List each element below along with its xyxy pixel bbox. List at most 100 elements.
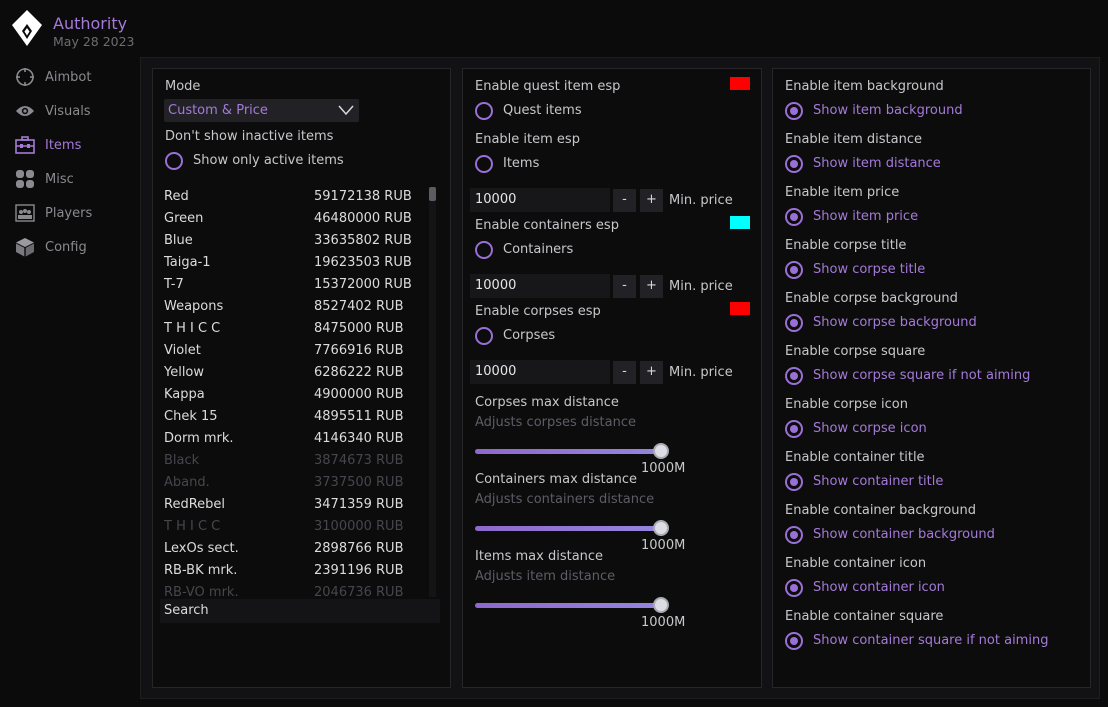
item-price-decrement-button[interactable]: - <box>613 189 636 212</box>
sidebar-item-visuals[interactable]: Visuals <box>14 99 134 123</box>
corpses-distance-slider[interactable] <box>475 449 661 454</box>
item-price: 6286222 RUB <box>314 365 404 380</box>
list-item[interactable]: Blue 33635802 RUB <box>164 231 426 253</box>
list-item[interactable]: Red 59172138 RUB <box>164 187 426 209</box>
list-item[interactable]: RB-VO mrk. 2046736 RUB <box>164 583 426 597</box>
list-item[interactable]: Weapons 8527402 RUB <box>164 297 426 319</box>
option-radio[interactable] <box>785 632 803 650</box>
scroll-thumb[interactable] <box>429 187 436 201</box>
item-list-scrollbar[interactable] <box>429 187 436 597</box>
quest-items-radio[interactable] <box>475 102 493 120</box>
show-active-items-radio[interactable] <box>165 152 183 170</box>
containers-distance-slider[interactable] <box>475 526 661 531</box>
option-radio-label: Show corpse title <box>813 262 926 277</box>
option-radio-label: Show container background <box>813 527 995 542</box>
list-item[interactable]: RB-BK mrk. 2391196 RUB <box>164 561 426 583</box>
sidebar-item-aimbot[interactable]: Aimbot <box>14 65 134 89</box>
containers-radio[interactable] <box>475 241 493 259</box>
containers-esp-label: Enable containers esp <box>475 218 619 233</box>
quest-color-swatch[interactable] <box>730 77 750 90</box>
option-label: Enable corpse title <box>785 238 907 253</box>
list-item[interactable]: Aband. 3737500 RUB <box>164 473 426 495</box>
option-radio[interactable] <box>785 102 803 120</box>
containers-distance-slider-handle[interactable] <box>653 520 669 536</box>
option-radio[interactable] <box>785 208 803 226</box>
item-price: 2391196 RUB <box>314 563 404 578</box>
containers-price-increment-button[interactable]: + <box>640 275 663 298</box>
search-label: Search <box>164 603 209 618</box>
list-item[interactable]: T H I C C 8475000 RUB <box>164 319 426 341</box>
option-radio[interactable] <box>785 579 803 597</box>
inactive-items-label: Don't show inactive items <box>165 129 334 144</box>
list-item[interactable]: Violet 7766916 RUB <box>164 341 426 363</box>
option-radio[interactable] <box>785 261 803 279</box>
item-name: Green <box>164 211 204 226</box>
items-distance-slider[interactable] <box>475 603 661 608</box>
option-radio-label: Show item price <box>813 209 919 224</box>
sidebar-item-misc[interactable]: Misc <box>14 167 134 191</box>
items-distance-title: Items max distance <box>475 549 604 564</box>
item-name: RB-BK mrk. <box>164 563 238 578</box>
sidebar-item-items[interactable]: Items <box>14 133 134 157</box>
items-distance-slider-handle[interactable] <box>653 597 669 613</box>
corpses-min-price-value: 10000 <box>475 364 517 379</box>
item-price: 33635802 RUB <box>314 233 412 248</box>
items-label: Items <box>503 156 540 171</box>
item-name: Chek 15 <box>164 409 218 424</box>
chevron-down-icon <box>338 105 354 116</box>
list-item[interactable]: Dorm mrk. 4146340 RUB <box>164 429 426 451</box>
item-esp-label: Enable item esp <box>475 132 580 147</box>
item-price: 2046736 RUB <box>314 585 404 597</box>
list-item[interactable]: Chek 15 4895511 RUB <box>164 407 426 429</box>
list-item[interactable]: Black 3874673 RUB <box>164 451 426 473</box>
players-icon <box>14 202 36 224</box>
item-min-price-input[interactable]: 10000 <box>470 188 610 212</box>
list-item[interactable]: Green 46480000 RUB <box>164 209 426 231</box>
corpses-price-decrement-button[interactable]: - <box>613 361 636 384</box>
corpses-min-price-input[interactable]: 10000 <box>470 360 610 384</box>
item-price: 4146340 RUB <box>314 431 404 446</box>
item-price: 8527402 RUB <box>314 299 404 314</box>
mode-dropdown[interactable]: Custom & Price <box>164 99 359 122</box>
list-item[interactable]: T H I C C 3100000 RUB <box>164 517 426 539</box>
corpses-distance-value: 1000M <box>641 461 686 476</box>
quest-items-label: Quest items <box>503 103 582 118</box>
item-price: 3471359 RUB <box>314 497 404 512</box>
corpses-radio[interactable] <box>475 327 493 345</box>
item-price-increment-button[interactable]: + <box>640 189 663 212</box>
list-item[interactable]: LexOs sect. 2898766 RUB <box>164 539 426 561</box>
corpses-min-price-label: Min. price <box>669 365 733 380</box>
option-radio[interactable] <box>785 155 803 173</box>
items-distance-value: 1000M <box>641 615 686 630</box>
sidebar-item-players[interactable]: Players <box>14 201 134 225</box>
containers-price-decrement-button[interactable]: - <box>613 275 636 298</box>
sidebar-item-config[interactable]: Config <box>14 235 134 259</box>
item-price: 15372000 RUB <box>314 277 412 292</box>
item-price-list[interactable]: Red 59172138 RUB Green 46480000 RUB Blue 3363… <box>160 187 440 597</box>
toolbox-icon <box>14 134 36 156</box>
list-item[interactable]: Kappa 4900000 RUB <box>164 385 426 407</box>
item-name: Blue <box>164 233 193 248</box>
list-item[interactable]: Yellow 6286222 RUB <box>164 363 426 385</box>
corpses-price-increment-button[interactable]: + <box>640 361 663 384</box>
corpses-distance-slider-handle[interactable] <box>653 443 669 459</box>
containers-min-price-input[interactable]: 10000 <box>470 274 610 298</box>
corpses-label: Corpses <box>503 328 556 343</box>
option-label: Enable corpse background <box>785 291 958 306</box>
corpses-distance-subtitle: Adjusts corpses distance <box>475 415 637 430</box>
items-radio[interactable] <box>475 155 493 173</box>
option-radio[interactable] <box>785 473 803 491</box>
sidebar-item-label: Misc <box>45 171 74 187</box>
corpses-color-swatch[interactable] <box>730 302 750 315</box>
option-radio[interactable] <box>785 420 803 438</box>
list-item[interactable]: T-7 15372000 RUB <box>164 275 426 297</box>
option-radio[interactable] <box>785 526 803 544</box>
list-item[interactable]: Taiga-1 19623503 RUB <box>164 253 426 275</box>
containers-distance-value: 1000M <box>641 538 686 553</box>
list-item[interactable]: RedRebel 3471359 RUB <box>164 495 426 517</box>
containers-color-swatch[interactable] <box>730 216 750 229</box>
option-radio[interactable] <box>785 314 803 332</box>
option-radio[interactable] <box>785 367 803 385</box>
sidebar-item-label: Config <box>45 239 87 255</box>
search-input[interactable]: Search <box>160 599 440 623</box>
